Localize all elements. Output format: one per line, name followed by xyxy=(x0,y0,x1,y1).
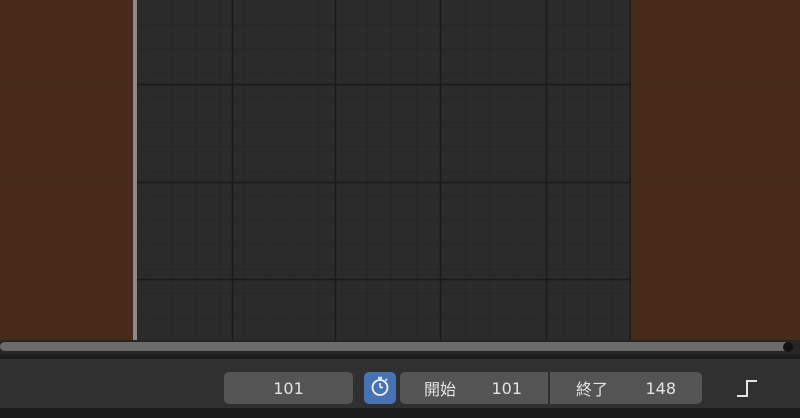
frame-start-value: 101 xyxy=(491,378,522,398)
current-frame-field[interactable]: 101 xyxy=(224,372,353,404)
scrollbar-end-handle[interactable] xyxy=(783,342,793,352)
out-of-range-left xyxy=(0,0,134,342)
bottom-edge xyxy=(0,408,800,418)
preview-range-toggle[interactable] xyxy=(364,372,396,404)
frame-end-field[interactable]: 終了 148 xyxy=(550,372,702,404)
stopwatch-icon xyxy=(369,375,391,401)
out-of-range-right xyxy=(630,0,800,342)
playhead-line[interactable] xyxy=(133,0,137,342)
current-frame-value: 101 xyxy=(273,378,304,398)
graph-editor-area[interactable] xyxy=(0,0,800,342)
frame-start-label: 開始 xyxy=(424,380,457,399)
frame-end-label: 終了 xyxy=(576,380,609,399)
frame-start-field[interactable]: 開始 101 xyxy=(400,372,548,404)
frame-end-value: 148 xyxy=(645,378,676,398)
horizontal-scrollbar[interactable] xyxy=(0,342,790,351)
constant-step-icon[interactable] xyxy=(734,376,760,400)
